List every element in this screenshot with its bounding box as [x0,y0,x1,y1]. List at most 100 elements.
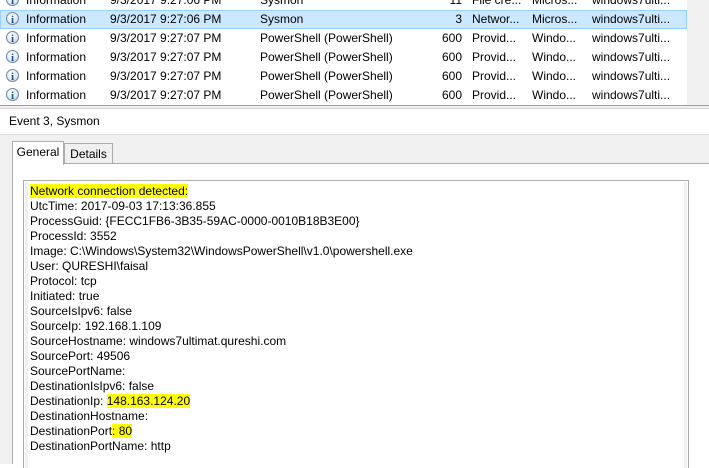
event-level: Information [26,31,87,45]
event-detail-line: User: QURESHI\faisal [30,259,148,274]
line-label: DestinationPort [30,424,113,438]
line-text: ProcessId: 3552 [30,229,117,243]
event-computer: windows7ulti... [592,12,671,26]
event-row[interactable]: Information 9/3/2017 9:27:06 PM Sysmon 11 Fi… [0,0,709,10]
line-text: DestinationHostname: [30,409,149,423]
line-text: SourceIp: 192.168.1.109 [30,319,162,333]
event-detail-line: Protocol: tcp [30,274,97,289]
event-row[interactable]: Information 9/3/2017 9:27:07 PM PowerShell… [0,48,709,67]
tab-details-label: Details [70,147,107,161]
info-icon [6,69,21,84]
event-keywords: Micros... [532,0,578,7]
line-text: DestinationIsIpv6: false [30,379,155,393]
event-keywords: Windo... [532,69,577,83]
event-detail-line: Initiated: true [30,289,99,304]
event-id: 600 [441,31,462,45]
info-icon [6,0,21,8]
event-computer: windows7ulti... [592,0,671,7]
info-icon [6,12,21,27]
event-detail-line: ProcessGuid: {FECC1FB6-3B35-59AC-0000-00… [30,214,360,229]
event-level: Information [26,88,87,102]
line-text: Initiated: true [30,289,100,303]
event-detail-pane: General Details Network connection detec… [0,135,709,468]
event-row[interactable]: Information 9/3/2017 9:27:07 PM PowerShell… [0,86,709,105]
event-computer: windows7ulti... [592,50,671,64]
line-text: SourceHostname: windows7ultimat.qureshi.… [30,334,287,348]
highlighted-text: Network connection detected: [30,184,189,198]
info-icon-glyph [6,12,19,27]
event-detail-line: DestinationPortName: http [30,439,171,454]
event-task-category: Provid... [472,50,517,64]
event-detail-line: Network connection detected: [30,184,189,199]
tab-general[interactable]: General [12,141,64,165]
event-date-time: 9/3/2017 9:27:07 PM [110,69,222,83]
info-icon-glyph [6,50,19,65]
event-row[interactable]: Information 9/3/2017 9:27:07 PM PowerShell… [0,67,709,86]
event-task-category: File cre... [472,0,522,7]
event-task-category: Provid... [472,69,517,83]
event-detail-line: SourceIsIpv6: false [30,304,132,319]
event-list-scrollbar[interactable] [687,0,709,105]
event-row[interactable]: Information 9/3/2017 9:27:06 PM Sysmon 3 Net… [0,10,709,29]
event-date-time: 9/3/2017 9:27:07 PM [110,50,222,64]
line-text: DestinationPortName: http [30,439,171,453]
tab-general-label: General [16,145,60,159]
event-task-category: Networ... [472,12,520,26]
info-icon [6,50,21,65]
event-computer: windows7ulti... [592,69,671,83]
event-detail-line: DestinationPort: 80 [30,424,133,439]
event-source: Sysmon [260,0,304,7]
event-detail-header: Event 3, Sysmon [0,109,709,135]
event-detail-line: SourceHostname: windows7ultimat.qureshi.… [30,334,286,349]
line-label: DestinationIp: [30,394,107,408]
line-text: SourceIsIpv6: false [30,304,133,318]
event-detail-line: SourcePortName: [30,364,125,379]
info-icon-glyph [6,31,19,46]
event-source: PowerShell (PowerShell) [260,31,393,45]
event-detail-line: DestinationHostname: [30,409,148,424]
tab-details[interactable]: Details [64,143,113,164]
event-id: 11 [449,0,462,7]
line-text: ProcessGuid: {FECC1FB6-3B35-59AC-0000-00… [30,214,360,228]
event-source: PowerShell (PowerShell) [260,88,393,102]
event-detail-line: DestinationIp: 148.163.124.20 [30,394,191,409]
event-computer: windows7ulti... [592,88,671,102]
info-icon-glyph [6,88,19,103]
event-keywords: Windo... [532,50,577,64]
event-description-box[interactable]: Network connection detected: UtcTime: 201… [23,180,689,468]
event-description-content: Network connection detected: UtcTime: 201… [28,182,684,468]
event-source: PowerShell (PowerShell) [260,50,393,64]
event-list: Information 9/3/2017 9:27:06 PM Sysmon 11 Fi… [0,0,709,105]
event-detail-title: Event 3, Sysmon [9,114,100,128]
info-icon-glyph [6,0,19,8]
event-level: Information [26,50,87,64]
highlighted-value: : 80 [112,424,133,438]
event-keywords: Micros... [532,12,578,26]
event-task-category: Provid... [472,31,517,45]
event-id: 600 [441,88,462,102]
event-detail-line: Image: C:\Windows\System32\WindowsPowerS… [30,244,413,259]
event-detail-line: SourceIp: 192.168.1.109 [30,319,161,334]
event-detail-line: ProcessId: 3552 [30,229,117,244]
line-text: UtcTime: 2017-09-03 17:13:36.855 [30,199,216,213]
event-level: Information [26,12,87,26]
event-date-time: 9/3/2017 9:27:06 PM [110,0,222,7]
event-source: PowerShell (PowerShell) [260,69,393,83]
event-computer: windows7ulti... [592,31,671,45]
event-level: Information [26,69,87,83]
event-row[interactable]: Information 9/3/2017 9:27:07 PM PowerShell… [0,29,709,48]
line-text: SourcePortName: [30,364,126,378]
event-date-time: 9/3/2017 9:27:07 PM [110,88,222,102]
event-task-category: Provid... [472,88,517,102]
event-level: Information [26,0,87,7]
event-source: Sysmon [260,12,304,26]
event-date-time: 9/3/2017 9:27:06 PM [110,12,222,26]
line-text: User: QURESHI\faisal [30,259,149,273]
line-text: Protocol: tcp [30,274,97,288]
info-icon [6,31,21,46]
info-icon [6,88,21,103]
event-id: 600 [441,69,462,83]
event-keywords: Windo... [532,31,577,45]
event-detail-line: UtcTime: 2017-09-03 17:13:36.855 [30,199,216,214]
event-detail-line: DestinationIsIpv6: false [30,379,154,394]
